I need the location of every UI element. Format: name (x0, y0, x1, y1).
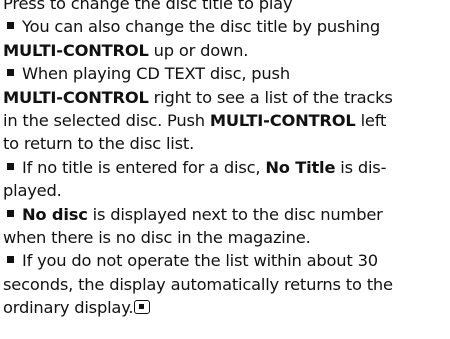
multi-control-label: MULTI-CONTROL (209, 110, 356, 130)
bullet-square-icon (7, 209, 14, 217)
multi-control-label: MULTI-CONTROL (3, 87, 149, 107)
line-no-disc-cont: when there is no disc in the magazine. (3, 227, 311, 247)
bullet-line-timeout: If you do not operate the list within ab… (3, 249, 447, 272)
bullet-line-no-title: If no title is entered for a disc, No Ti… (3, 156, 447, 179)
bullet-square-icon (7, 69, 14, 77)
bullet-square-icon (7, 256, 14, 264)
multi-control-label: MULTI-CONTROL (3, 40, 149, 60)
bullet-line-cd-text: When playing CD TEXT disc, push (3, 62, 447, 85)
end-of-section-icon (134, 300, 151, 315)
line-no-title-cont: played. (3, 181, 62, 201)
no-title-label: No Title (265, 157, 336, 177)
line-timeout-cont-2: ordinary display. (3, 296, 447, 319)
line-cd-text-cont-1: MULTI-CONTROL right to see a list of the… (3, 87, 393, 107)
line-cd-text-cont-2: in the selected disc. Push MULTI-CONTROL… (3, 110, 387, 130)
no-disc-label: No disc (22, 204, 88, 224)
manual-text-block: Press to change the disc title to play Y… (3, 0, 447, 319)
line-cd-text-cont-3: to return to the disc list. (3, 134, 195, 154)
bullet-line-change-title: You can also change the disc title by pu… (3, 15, 447, 38)
bullet-square-icon (7, 22, 14, 30)
bullet-line-no-disc: No disc is displayed next to the disc nu… (3, 203, 447, 226)
cropped-first-line: Press to change the disc title to play (3, 0, 293, 13)
line-change-title-cont: MULTI-CONTROL up or down. (3, 40, 249, 60)
bullet-square-icon (7, 162, 14, 170)
line-timeout-cont-1: seconds, the display automatically retur… (3, 274, 393, 294)
